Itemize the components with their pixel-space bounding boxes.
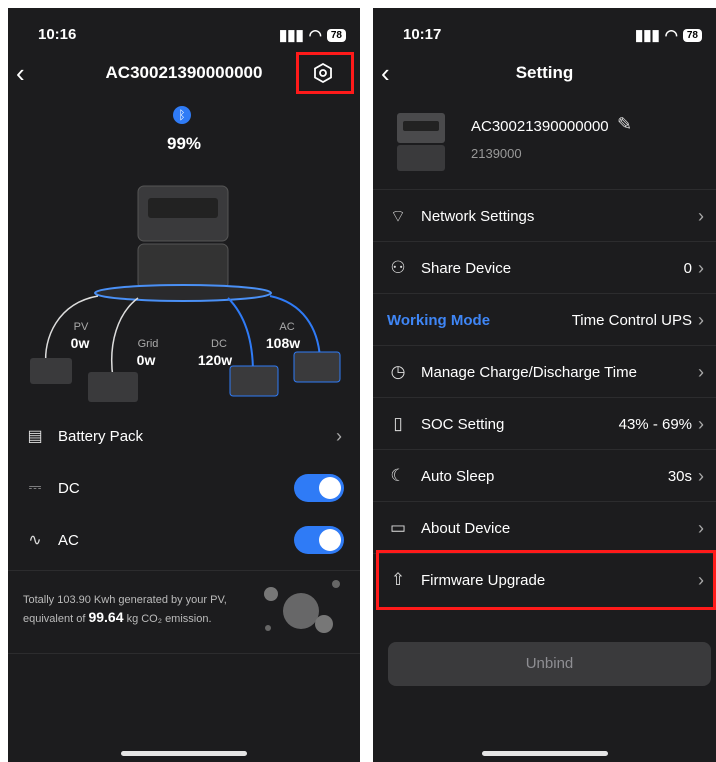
device-name: AC30021390000000 — [471, 118, 609, 135]
signal-icon: ▮▮▮ — [279, 27, 304, 44]
battery-status: 78 — [326, 28, 346, 42]
bubbles-graphic — [264, 580, 340, 633]
ac-row: ∿ AC — [8, 514, 360, 566]
flow-label-grid: Grid — [137, 338, 159, 350]
flow-value-pv: 0w — [70, 335, 90, 351]
settings-item-soc[interactable]: ▯ SOC Setting 43% - 69% › — [373, 397, 716, 450]
battery-pack-row[interactable]: ▤ Battery Pack › — [8, 410, 360, 462]
energy-flow-diagram — [30, 185, 341, 402]
settings-item-charge-time[interactable]: ◷ Manage Charge/Discharge Time › — [373, 345, 716, 398]
status-bar: 10:17 ▮▮▮ ◠ 78 — [373, 24, 716, 44]
grid-device — [88, 372, 138, 402]
battery-icon: ▯ — [393, 414, 403, 433]
device-screen: 10:16 ▮▮▮ ◠ 78 ‹ AC30021390000000 ᛒ 99% … — [8, 8, 360, 762]
dc-row: ⎓ DC — [8, 462, 360, 514]
settings-item-working-mode[interactable]: Working Mode Time Control UPS › — [373, 293, 716, 346]
unbind-button[interactable]: Unbind — [388, 642, 711, 686]
chevron-right-icon: › — [698, 413, 704, 434]
signal-icon: ▮▮▮ — [635, 27, 660, 44]
chevron-right-icon: › — [698, 361, 704, 382]
chevron-right-icon: › — [698, 309, 704, 330]
edit-icon[interactable]: ✎ — [617, 114, 632, 135]
device-id: 2139000 — [471, 146, 522, 161]
dc-icon: ⎓ — [28, 479, 42, 496]
settings-item-auto-sleep[interactable]: ☾ Auto Sleep 30s › — [373, 449, 716, 502]
battery-pack-icon: ▤ — [27, 428, 43, 445]
chevron-right-icon: › — [698, 257, 704, 278]
flow-value-ac: 108w — [265, 335, 301, 351]
home-indicator — [121, 751, 247, 756]
co2-value: 99.64 — [88, 609, 124, 625]
sleep-icon: ☾ — [390, 466, 406, 485]
settings-highlight — [296, 52, 354, 94]
home-indicator — [481, 751, 608, 756]
chevron-right-icon: › — [698, 517, 704, 538]
status-time: 10:16 — [38, 26, 77, 43]
device-icon: ▭ — [389, 518, 407, 537]
flow-label-ac: AC — [279, 321, 295, 333]
flow-label-dc: DC — [211, 338, 227, 350]
firmware-highlight — [376, 550, 716, 610]
platform — [94, 284, 272, 302]
user-add-icon: ⚇ — [390, 258, 406, 277]
power-station-lower — [137, 243, 229, 290]
chevron-right-icon: › — [698, 465, 704, 486]
pv-device — [30, 358, 72, 384]
wifi-icon: ◠ — [664, 27, 678, 44]
flow-value-dc: 120w — [197, 352, 233, 368]
battery-status: 78 — [682, 28, 702, 42]
page-title: Setting — [515, 63, 574, 82]
dc-toggle[interactable] — [294, 474, 344, 502]
ac-icon: ∿ — [28, 532, 42, 549]
battery-pack-label: Battery Pack — [58, 427, 144, 445]
antenna-icon: ⌔ — [390, 206, 406, 226]
chevron-right-icon: › — [336, 425, 342, 446]
wifi-icon: ◠ — [308, 27, 322, 44]
device-thumbnail — [397, 113, 445, 171]
dc-device — [229, 365, 279, 397]
flow-label-pv: PV — [73, 321, 89, 333]
settings-item-network[interactable]: ⌔ Network Settings › — [373, 189, 716, 242]
settings-item-share[interactable]: ⚇ Share Device 0 › — [373, 241, 716, 294]
pv-summary: Totally 103.90 Kwh generated by your PV,… — [23, 594, 227, 625]
bluetooth-icon: ᛒ — [173, 106, 191, 124]
ac-device — [293, 351, 341, 383]
ac-toggle[interactable] — [294, 526, 344, 554]
settings-item-about[interactable]: ▭ About Device › — [373, 501, 716, 554]
nav-bar: ‹ Setting — [373, 58, 716, 88]
status-time: 10:17 — [403, 26, 442, 43]
battery-percent: 99% — [166, 134, 202, 153]
clock-icon: ◷ — [390, 362, 406, 381]
device-screen: 10:17 ▮▮▮ ◠ 78 ‹ Setting AC3002139000000… — [373, 8, 716, 762]
chevron-right-icon: › — [698, 205, 704, 226]
status-bar: 10:16 ▮▮▮ ◠ 78 — [8, 24, 360, 44]
flow-value-grid: 0w — [136, 352, 156, 368]
